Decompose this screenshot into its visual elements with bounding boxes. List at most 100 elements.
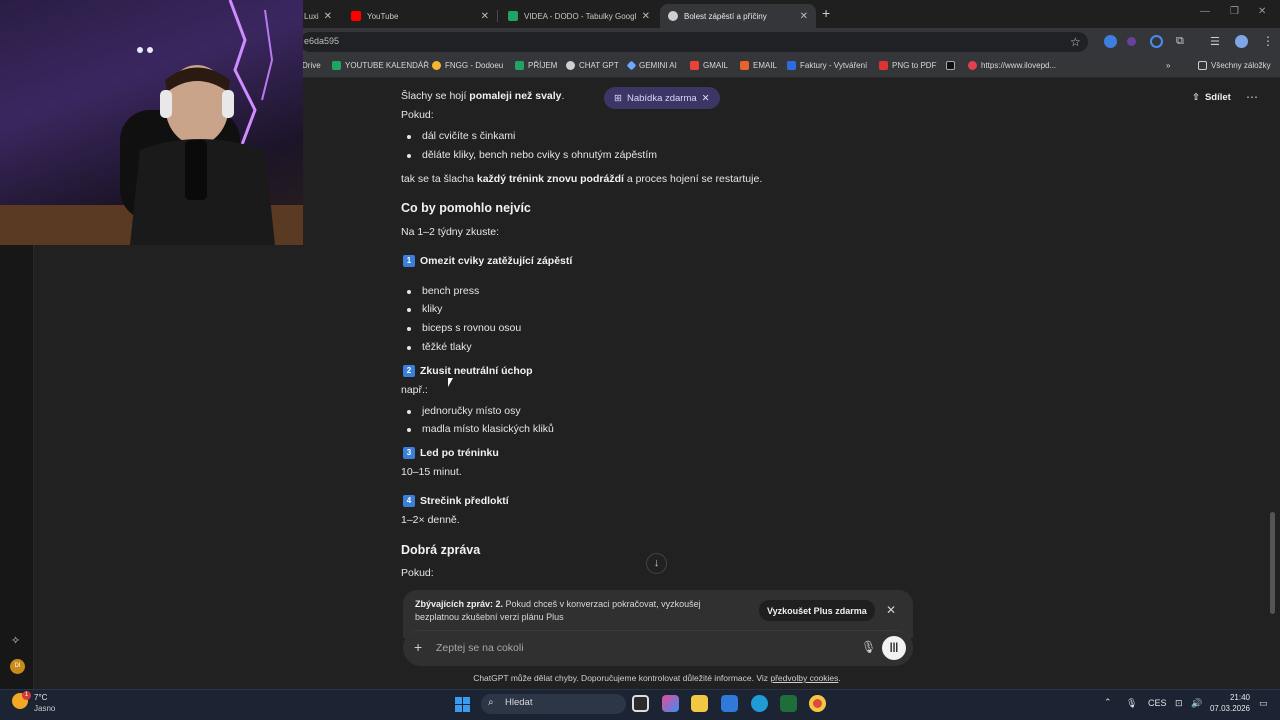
fngg-icon [432, 61, 441, 70]
bookmark-s[interactable] [946, 61, 959, 70]
bookmark-ilovepdf[interactable]: https://www.ilovepd... [968, 61, 1056, 70]
gift-icon: ⊞ [614, 92, 622, 104]
more-options-icon[interactable]: ⋯ [1246, 90, 1258, 104]
tab-youtube[interactable]: YouTube ✕ [343, 4, 498, 28]
volume-icon[interactable]: 🔊 [1191, 698, 1202, 709]
close-tab-icon[interactable]: ✕ [324, 11, 332, 22]
gmail-icon [690, 61, 699, 70]
outlook-icon[interactable] [721, 695, 738, 712]
share-button[interactable]: ⇧ Sdílet [1192, 92, 1231, 103]
tray-overflow-icon[interactable]: ⌃ [1104, 697, 1112, 708]
bookmark-prijem[interactable]: PŘÍJEM [515, 61, 557, 70]
free-offer-button[interactable]: ⊞ Nabídka zdarma ✕ [604, 87, 720, 109]
pdf-icon [879, 61, 888, 70]
folder-icon [1198, 61, 1207, 70]
notifications-icon[interactable]: ▭ [1259, 698, 1268, 709]
bookmark-label: EMAIL [753, 61, 778, 70]
keycap-four-icon: 4 [403, 495, 415, 507]
section-heading: Co by pomohlo nejvíc [401, 201, 531, 215]
list-item: děláte kliky, bench nebo cviky s ohnutým… [401, 149, 657, 161]
tab-label: Bolest zápěstí a příčiny [684, 11, 767, 21]
bookmark-png-to-pdf[interactable]: PNG to PDF [879, 61, 936, 70]
bookmarks-overflow-icon[interactable]: » [1166, 61, 1170, 70]
copilot-icon[interactable] [662, 695, 679, 712]
scrollbar[interactable] [1270, 512, 1275, 614]
bookmark-label: GMAIL [703, 61, 728, 70]
bookmark-label: CHAT GPT [579, 61, 619, 70]
heart-icon [968, 61, 977, 70]
gemini-icon [626, 60, 637, 71]
all-bookmarks[interactable]: Všechny záložky [1198, 61, 1271, 70]
bookmark-gemini[interactable]: GEMINI AI [626, 60, 677, 71]
weather-condition: Jasno [34, 704, 56, 713]
voice-mode-button[interactable]: ||| [882, 636, 906, 660]
chrome-icon[interactable] [809, 695, 826, 712]
keycap-one-icon: 1 [403, 255, 415, 267]
message-line: Pokud: [401, 109, 434, 121]
bookmark-chatgpt[interactable]: CHAT GPT [566, 61, 619, 70]
list-item: jednoručky místo osy [401, 405, 521, 417]
task-view-icon[interactable] [632, 695, 649, 712]
extension-icon[interactable] [1127, 37, 1136, 46]
new-tab-icon[interactable]: + [822, 5, 830, 21]
tab-chatgpt-active[interactable]: Bolest zápěstí a příčiny ✕ [660, 4, 816, 28]
faktury-icon [787, 61, 796, 70]
close-tab-icon[interactable]: ✕ [642, 11, 650, 22]
tab-search-icon[interactable]: ☰ [1210, 35, 1220, 48]
step-heading: 1 Omezit cviky zatěžující zápěstí [403, 255, 572, 267]
message-limit-text: Zbývajících zpráv: 2. Pokud chceš v konv… [415, 599, 701, 622]
network-icon[interactable]: ⊡ [1175, 698, 1183, 709]
language-indicator[interactable]: CES [1148, 698, 1167, 708]
step-heading: 2 Zkusit neutrální úchop [403, 365, 533, 377]
bookmark-star-icon[interactable]: ☆ [1070, 35, 1081, 49]
excel-icon[interactable] [780, 695, 797, 712]
microphone-tray-icon[interactable]: 🎙 [1126, 698, 1137, 709]
browser-menu-icon[interactable]: ⋮ [1262, 34, 1274, 48]
message-line: např.: [401, 384, 428, 396]
list-item: bench press [401, 285, 479, 297]
bookmark-drive[interactable]: Drive [302, 61, 321, 70]
bookmark-label: https://www.ilovepd... [981, 61, 1057, 70]
close-banner-icon[interactable]: ✕ [886, 603, 896, 617]
offer-label: Nabídka zdarma [626, 92, 697, 104]
extension-icon[interactable] [1150, 35, 1163, 48]
taskbar-search[interactable]: Hledat [481, 694, 626, 714]
close-tab-icon[interactable]: ✕ [800, 11, 808, 22]
try-plus-button[interactable]: Vyzkoušet Plus zdarma [759, 600, 875, 621]
bookmark-fngg[interactable]: FNGG - Dodoeu [432, 61, 503, 70]
prompt-input[interactable] [436, 630, 816, 666]
windows-start-icon[interactable] [455, 697, 470, 712]
file-explorer-icon[interactable] [691, 695, 708, 712]
maximize-icon[interactable]: ❐ [1230, 6, 1239, 17]
s-icon [946, 61, 955, 70]
bookmark-faktury[interactable]: Faktury - Vytváření [787, 61, 867, 70]
extensions-puzzle-icon[interactable]: ⧉ [1176, 35, 1184, 48]
sparkle-icon[interactable]: ✧ [11, 634, 20, 647]
step-heading: 4 Strečink předloktí [403, 495, 509, 507]
cookie-preferences-link[interactable]: předvolby cookies [770, 673, 838, 683]
close-window-icon[interactable]: ✕ [1258, 6, 1266, 17]
extension-icon[interactable] [1104, 35, 1117, 48]
minimize-icon[interactable]: — [1200, 6, 1210, 17]
scroll-down-button[interactable]: ↓ [646, 553, 667, 574]
bookmark-youtube-kalendar[interactable]: YOUTUBE KALENDÁŘ [332, 61, 429, 70]
email-icon [740, 61, 749, 70]
profile-avatar[interactable] [1235, 35, 1248, 48]
tab-sheets[interactable]: VIDEA - DODO - Tabulky Googl ✕ [500, 4, 658, 28]
clock-date[interactable]: 07.03.2026 [1205, 704, 1250, 713]
user-avatar[interactable]: DI [10, 659, 25, 674]
list-item: těžké tlaky [401, 341, 472, 353]
microphone-icon[interactable]: 🎙 [861, 640, 876, 654]
attach-plus-icon[interactable]: + [414, 639, 422, 655]
address-bar[interactable]: e6da595 [300, 32, 1088, 52]
step-heading: 3 Led po tréninku [403, 447, 499, 459]
message-line: Na 1–2 týdny zkuste: [401, 226, 500, 238]
tab-label: VIDEA - DODO - Tabulky Googl [524, 11, 637, 21]
edge-icon[interactable] [751, 695, 768, 712]
close-offer-icon[interactable]: ✕ [702, 93, 710, 104]
keycap-two-icon: 2 [403, 365, 415, 377]
bookmark-gmail[interactable]: GMAIL [690, 61, 728, 70]
close-tab-icon[interactable]: ✕ [481, 11, 489, 22]
clock-time[interactable]: 21:40 [1208, 693, 1250, 702]
bookmark-email[interactable]: EMAIL [740, 61, 777, 70]
